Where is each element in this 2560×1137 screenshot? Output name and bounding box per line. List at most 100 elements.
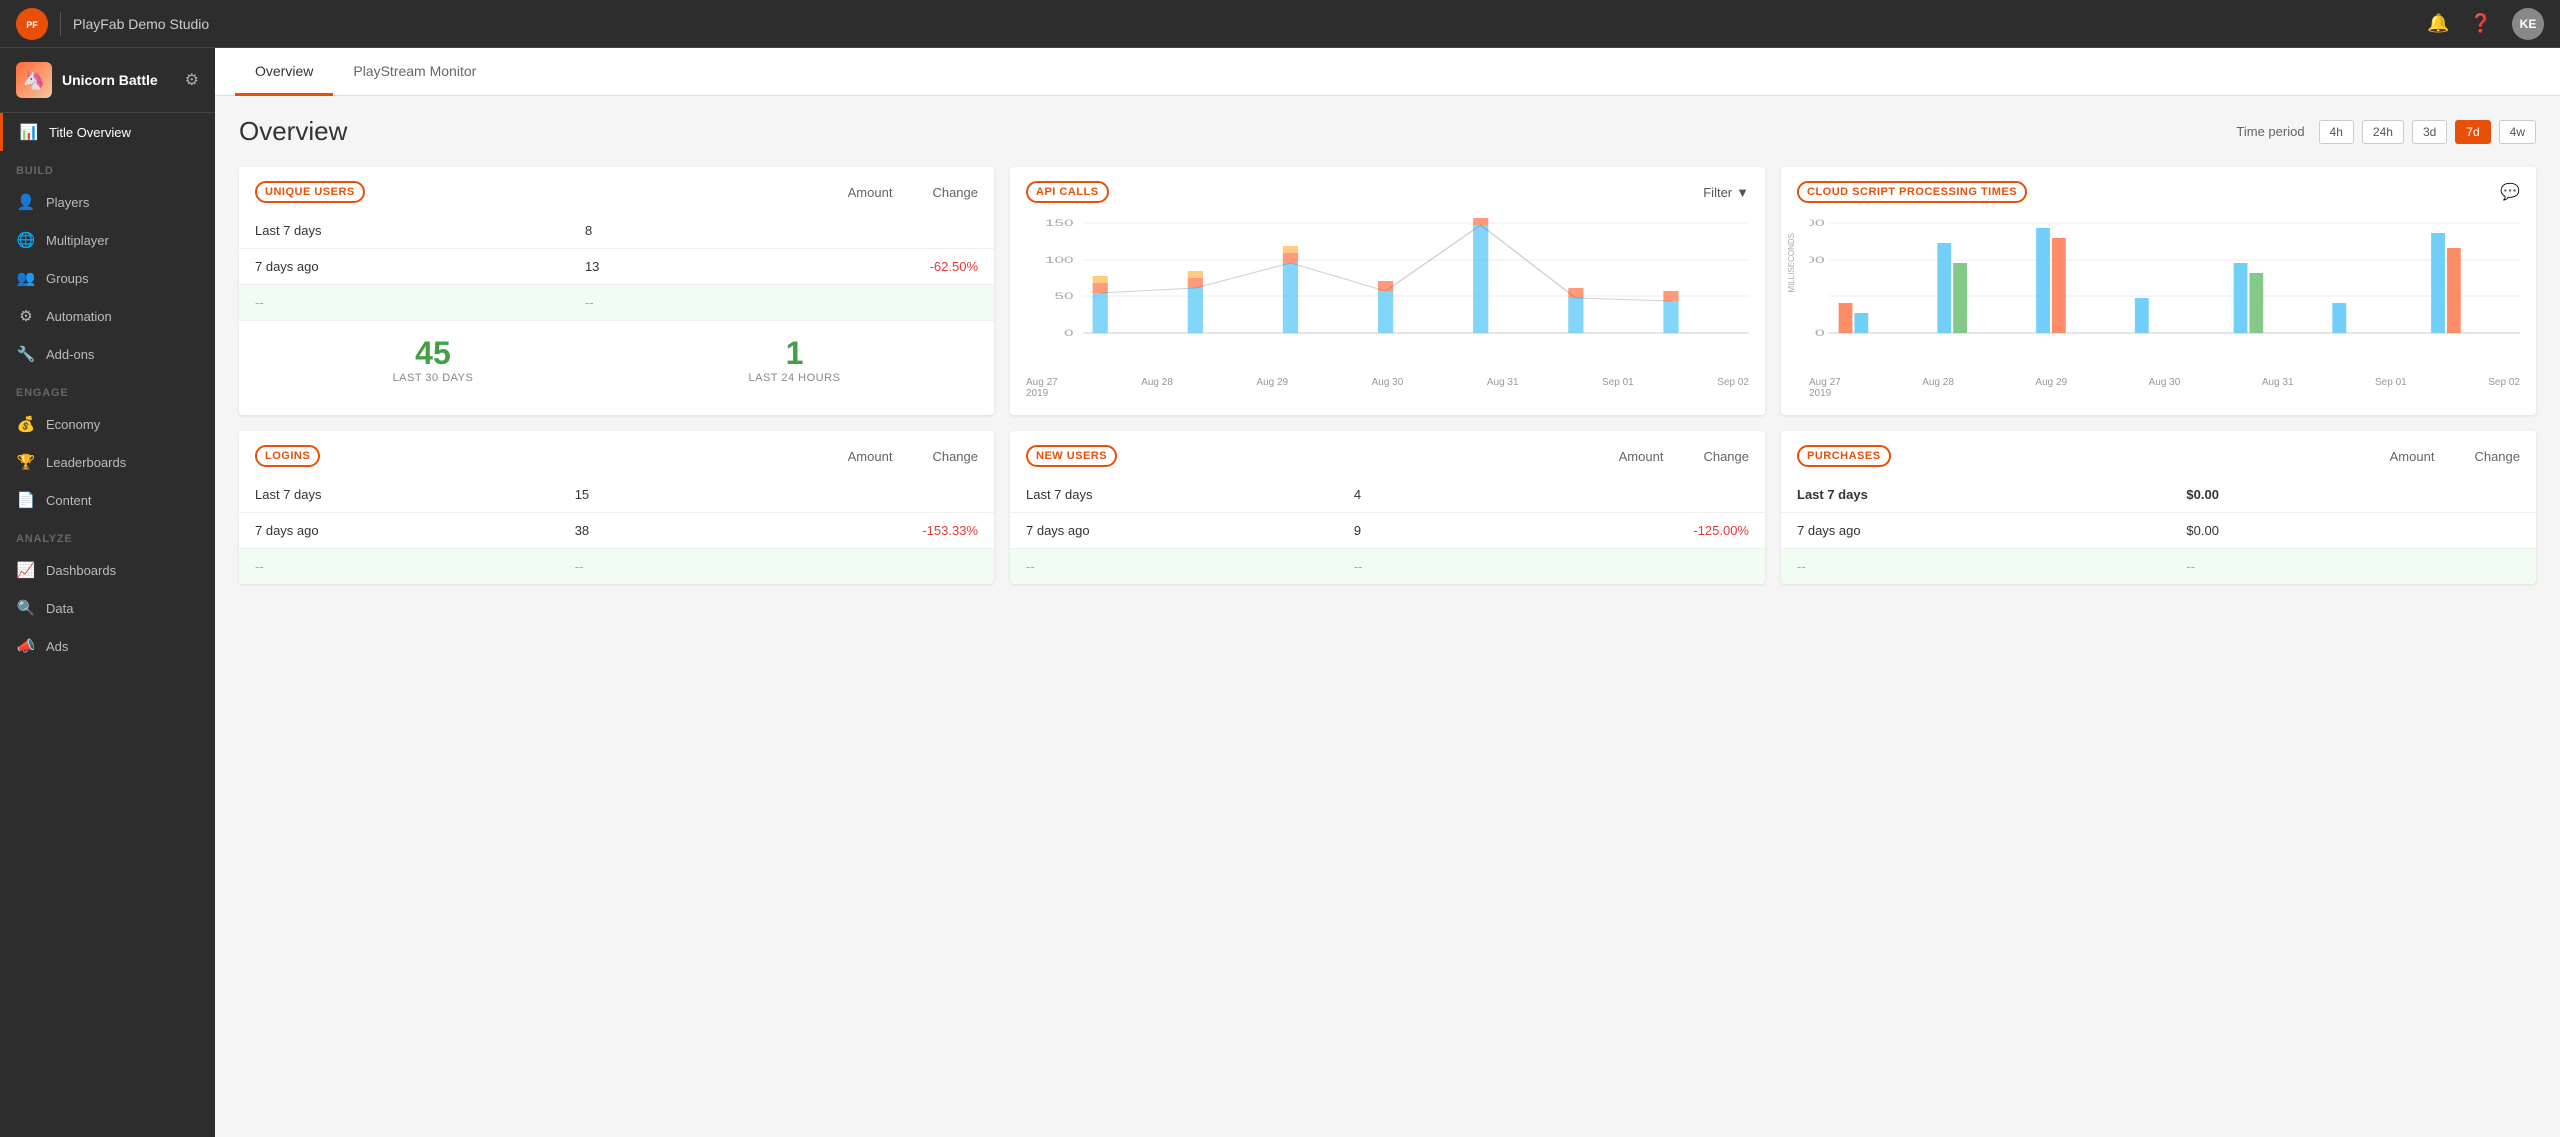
sidebar-item-title-overview[interactable]: 📊 Title Overview bbox=[0, 113, 215, 151]
time-btn-4w[interactable]: 4w bbox=[2499, 120, 2536, 144]
cloud-script-icon-btn[interactable]: 💬 bbox=[2500, 182, 2520, 202]
cards-row-2: LOGINS Amount Change Last 7 days 15 bbox=[239, 431, 2536, 584]
table-row: -- -- bbox=[239, 285, 994, 321]
api-calls-chart: 150 100 50 0 bbox=[1026, 213, 1749, 373]
topbar-left: PF PlayFab Demo Studio bbox=[16, 8, 209, 40]
purchases-badge: PURCHASES bbox=[1797, 445, 1891, 467]
logins-table: Last 7 days 15 7 days ago 38 -153.33% -- bbox=[239, 477, 994, 584]
logins-header: LOGINS Amount Change bbox=[239, 431, 994, 477]
sidebar-item-ads[interactable]: 📣 Ads bbox=[0, 627, 215, 665]
leaderboards-icon: 🏆 bbox=[16, 453, 36, 471]
sidebar-item-content[interactable]: 📄 Content bbox=[0, 481, 215, 519]
bar-chart-icon: 📊 bbox=[19, 123, 39, 141]
time-btn-3d[interactable]: 3d bbox=[2412, 120, 2447, 144]
tab-overview[interactable]: Overview bbox=[235, 48, 333, 96]
logins-card: LOGINS Amount Change Last 7 days 15 bbox=[239, 431, 994, 584]
tab-playstream[interactable]: PlayStream Monitor bbox=[333, 48, 496, 96]
unique-users-header: UNIQUE USERS Amount Change bbox=[239, 167, 994, 213]
table-row: Last 7 days 4 bbox=[1010, 477, 1765, 513]
playfab-logo: PF bbox=[16, 8, 48, 40]
unique-users-col-amount: Amount bbox=[848, 185, 893, 200]
sidebar-item-economy[interactable]: 💰 Economy bbox=[0, 405, 215, 443]
svg-text:100: 100 bbox=[1045, 255, 1074, 265]
cloud-script-badge: CLOUD SCRIPT PROCESSING TIMES bbox=[1797, 181, 2027, 203]
app-layout: 🦄 Unicorn Battle ⚙ 📊 Title Overview BUIL… bbox=[0, 48, 2560, 1137]
api-calls-card: API CALLS Filter ▼ bbox=[1010, 167, 1765, 415]
sidebar-item-multiplayer[interactable]: 🌐 Multiplayer bbox=[0, 221, 215, 259]
new-users-card: NEW USERS Amount Change Last 7 days 4 bbox=[1010, 431, 1765, 584]
table-row: 7 days ago 38 -153.33% bbox=[239, 513, 994, 549]
sidebar-label-title-overview: Title Overview bbox=[49, 125, 131, 140]
unique-users-badge: UNIQUE USERS bbox=[255, 181, 365, 203]
sidebar-item-add-ons[interactable]: 🔧 Add-ons bbox=[0, 335, 215, 373]
sidebar-label-multiplayer: Multiplayer bbox=[46, 233, 109, 248]
multiplayer-icon: 🌐 bbox=[16, 231, 36, 249]
sidebar-label-ads: Ads bbox=[46, 639, 68, 654]
api-calls-filter[interactable]: Filter ▼ bbox=[1703, 185, 1749, 200]
cards-row-1: UNIQUE USERS Amount Change Last 7 days 8 bbox=[239, 167, 2536, 415]
time-period-controls: Time period 4h 24h 3d 7d 4w bbox=[2236, 120, 2536, 144]
sidebar-item-groups[interactable]: 👥 Groups bbox=[0, 259, 215, 297]
api-calls-svg: 150 100 50 0 bbox=[1026, 213, 1749, 363]
sidebar-label-leaderboards: Leaderboards bbox=[46, 455, 126, 470]
notification-icon[interactable]: 🔔 bbox=[2427, 13, 2449, 34]
overview-area: Overview Time period 4h 24h 3d 7d 4w UNI… bbox=[215, 96, 2560, 1137]
user-avatar[interactable]: KE bbox=[2512, 8, 2544, 40]
svg-text:0: 0 bbox=[1815, 328, 1825, 338]
logins-col-amount: Amount bbox=[848, 449, 893, 464]
new-users-col-amount: Amount bbox=[1619, 449, 1664, 464]
sidebar-item-players[interactable]: 👤 Players bbox=[0, 183, 215, 221]
sidebar-section-build: BUILD bbox=[0, 151, 215, 183]
svg-text:50: 50 bbox=[1055, 291, 1075, 301]
cloud-script-header: CLOUD SCRIPT PROCESSING TIMES 💬 bbox=[1781, 167, 2536, 213]
purchases-col-amount: Amount bbox=[2390, 449, 2435, 464]
cloud-script-svg: 400 200 0 bbox=[1809, 213, 2520, 363]
overview-header: Overview Time period 4h 24h 3d 7d 4w bbox=[239, 116, 2536, 147]
project-settings-icon[interactable]: ⚙ bbox=[185, 70, 199, 90]
purchases-card: PURCHASES Amount Change Last 7 days $0.0… bbox=[1781, 431, 2536, 584]
logins-badge: LOGINS bbox=[255, 445, 320, 467]
time-btn-7d[interactable]: 7d bbox=[2455, 120, 2490, 144]
new-users-badge: NEW USERS bbox=[1026, 445, 1117, 467]
svg-text:150: 150 bbox=[1045, 218, 1074, 228]
table-row: 7 days ago 13 -62.50% bbox=[239, 249, 994, 285]
sidebar-item-data[interactable]: 🔍 Data bbox=[0, 589, 215, 627]
sidebar-label-dashboards: Dashboards bbox=[46, 563, 116, 578]
svg-text:200: 200 bbox=[1809, 255, 1825, 265]
svg-text:400: 400 bbox=[1809, 218, 1825, 228]
cloud-script-chart: 400 200 0 bbox=[1809, 213, 2520, 373]
table-row: 7 days ago 9 -125.00% bbox=[1010, 513, 1765, 549]
sidebar-item-leaderboards[interactable]: 🏆 Leaderboards bbox=[0, 443, 215, 481]
api-calls-chart-area: 150 100 50 0 bbox=[1010, 213, 1765, 415]
cloud-script-card: CLOUD SCRIPT PROCESSING TIMES 💬 MILLISEC… bbox=[1781, 167, 2536, 415]
table-row: Last 7 days 15 bbox=[239, 477, 994, 513]
api-calls-header: API CALLS Filter ▼ bbox=[1010, 167, 1765, 213]
time-btn-24h[interactable]: 24h bbox=[2362, 120, 2404, 144]
sidebar-item-automation[interactable]: ⚙ Automation bbox=[0, 297, 215, 335]
sidebar-label-add-ons: Add-ons bbox=[46, 347, 94, 362]
sidebar-label-economy: Economy bbox=[46, 417, 100, 432]
sidebar-item-dashboards[interactable]: 📈 Dashboards bbox=[0, 551, 215, 589]
table-row: Last 7 days $0.00 bbox=[1781, 477, 2536, 513]
table-row: 7 days ago $0.00 bbox=[1781, 513, 2536, 549]
sidebar-section-analyze: ANALYZE bbox=[0, 519, 215, 551]
unique-users-table: Last 7 days 8 7 days ago 13 -62.50% -- bbox=[239, 213, 994, 320]
sidebar-label-players: Players bbox=[46, 195, 89, 210]
sidebar: 🦄 Unicorn Battle ⚙ 📊 Title Overview BUIL… bbox=[0, 48, 215, 1137]
sidebar-label-groups: Groups bbox=[46, 271, 89, 286]
studio-name: PlayFab Demo Studio bbox=[73, 16, 209, 32]
time-btn-4h[interactable]: 4h bbox=[2319, 120, 2354, 144]
table-row: -- -- bbox=[239, 549, 994, 585]
table-row: -- -- bbox=[1781, 549, 2536, 585]
page-title: Overview bbox=[239, 116, 347, 147]
sidebar-label-automation: Automation bbox=[46, 309, 112, 324]
cloud-script-y-label: MILLISECONDS bbox=[1787, 233, 1796, 293]
help-icon[interactable]: ❓ bbox=[2470, 13, 2492, 34]
data-icon: 🔍 bbox=[16, 599, 36, 617]
topbar-divider bbox=[60, 12, 61, 36]
unique-users-footer: 45 LAST 30 DAYS 1 LAST 24 HOURS bbox=[239, 320, 994, 398]
project-icon: 🦄 bbox=[16, 62, 52, 98]
purchases-table: Last 7 days $0.00 7 days ago $0.00 -- bbox=[1781, 477, 2536, 584]
cloud-script-x-labels: Aug 272019 Aug 28 Aug 29 Aug 30 Aug 31 S… bbox=[1809, 373, 2520, 399]
sidebar-label-content: Content bbox=[46, 493, 92, 508]
